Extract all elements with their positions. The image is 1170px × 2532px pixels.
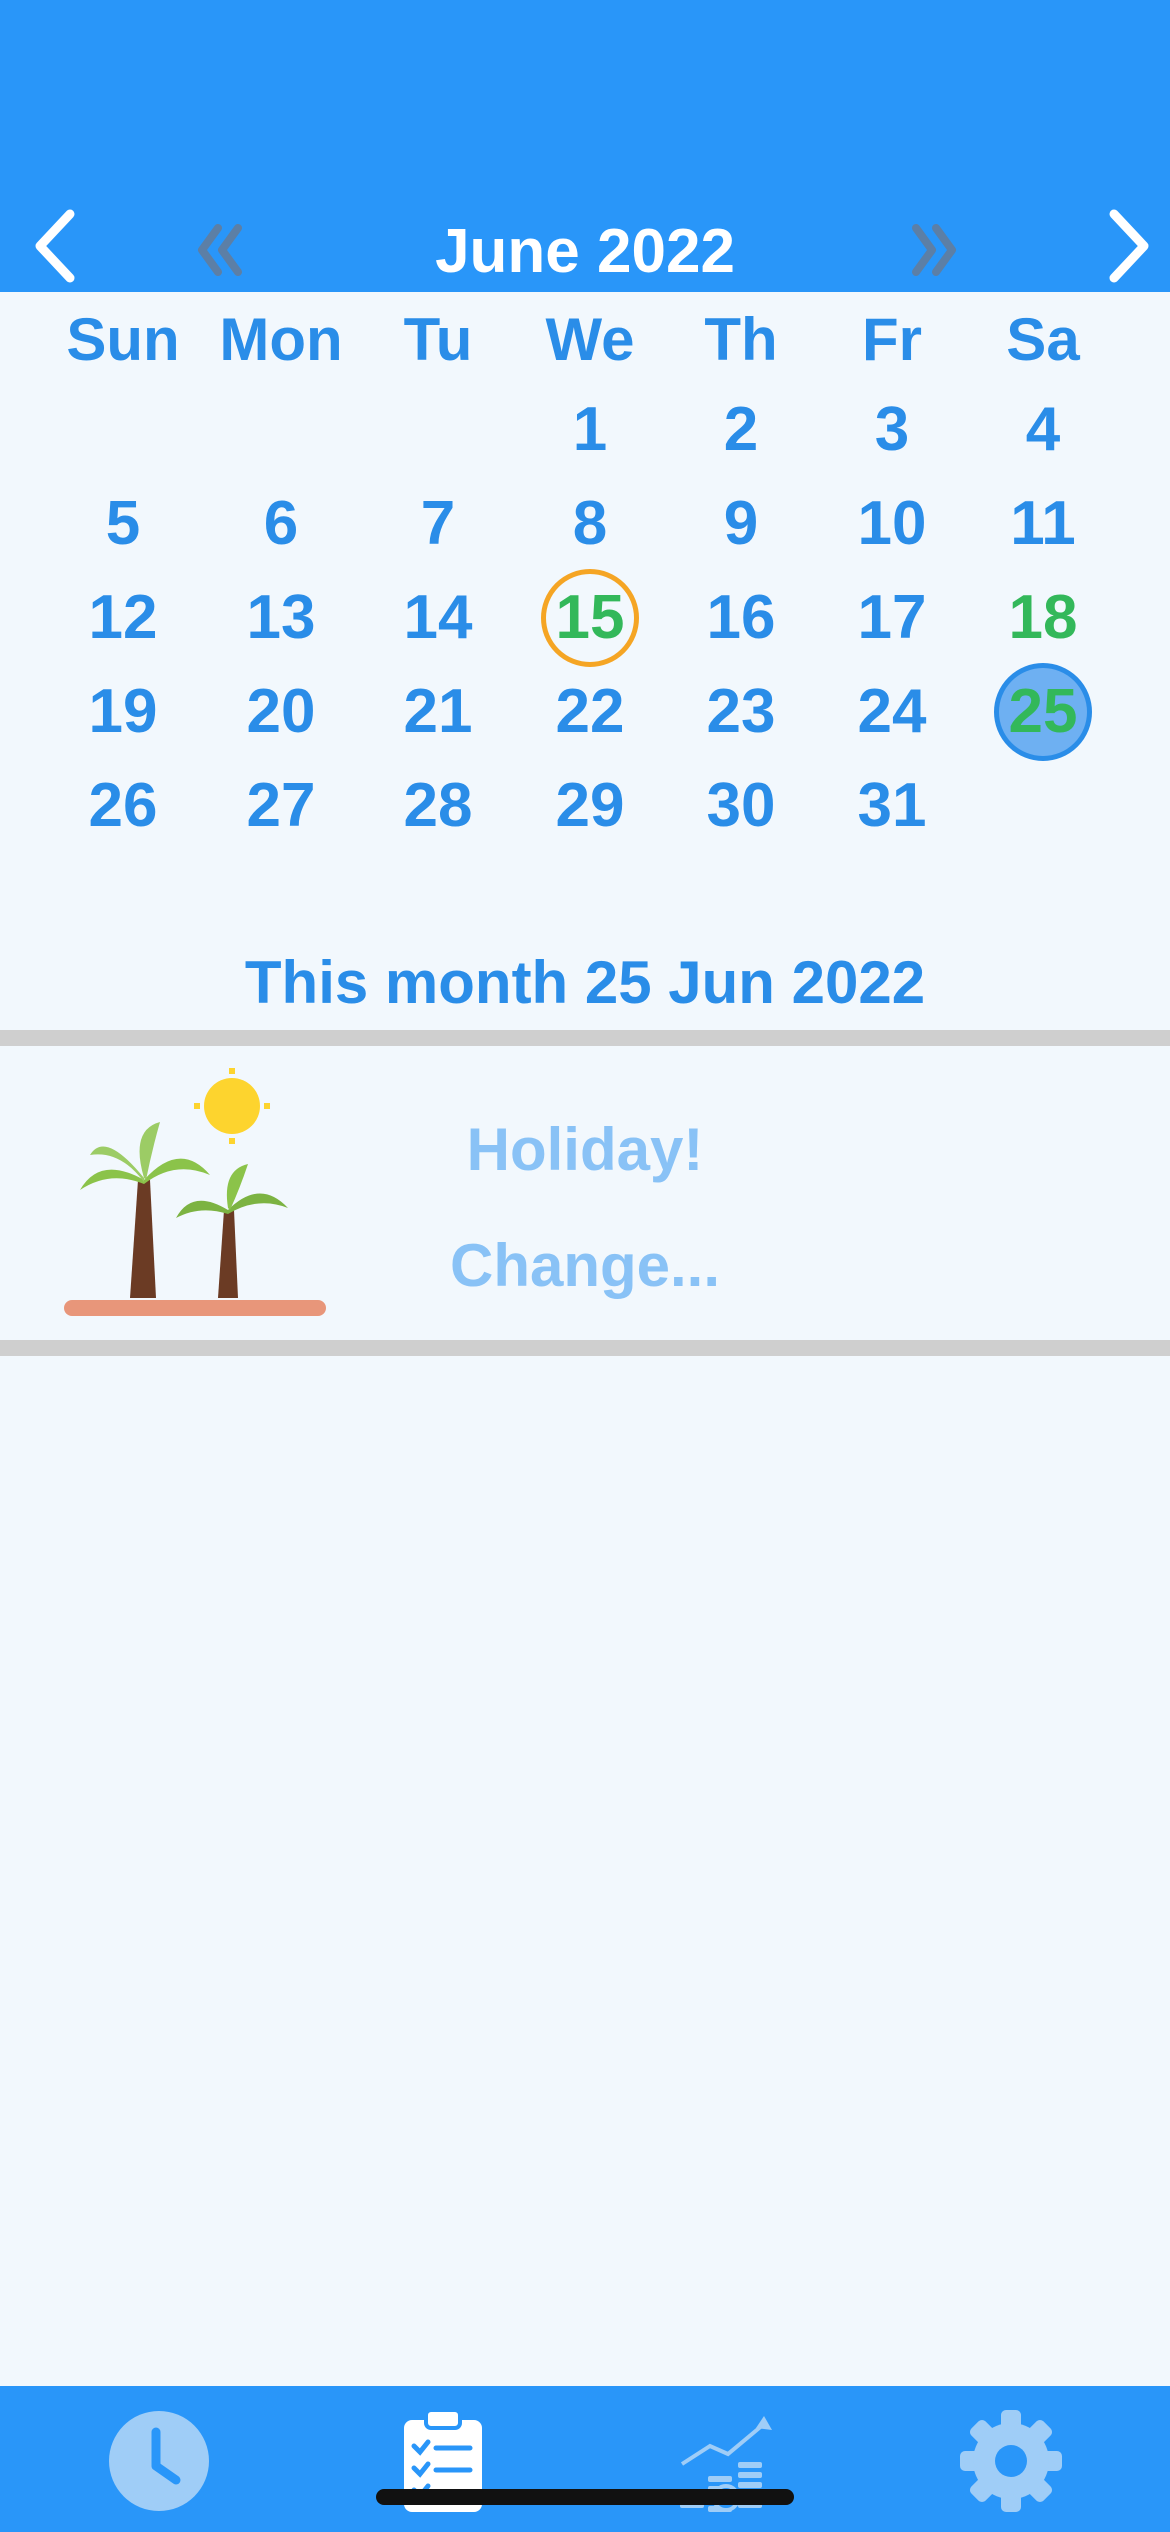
- palm-trees-icon: [60, 1060, 330, 1330]
- day-cell[interactable]: 2: [686, 383, 796, 477]
- day-cell[interactable]: 4: [988, 383, 1098, 477]
- header-bar: June 2022: [0, 0, 1170, 292]
- day-cell[interactable]: 6: [226, 477, 336, 571]
- clock-icon[interactable]: [104, 2406, 214, 2516]
- day-cell[interactable]: 30: [686, 759, 796, 853]
- weekday-label: Fr: [862, 306, 922, 373]
- divider-top: [0, 1030, 1170, 1046]
- month-title: June 2022: [435, 217, 735, 286]
- weekday-label: Th: [704, 306, 778, 373]
- day-cell[interactable]: 20: [226, 665, 336, 759]
- weekday-header: Sun Mon Tu We Th Fr Sa: [0, 292, 1170, 386]
- day-cell[interactable]: 19: [68, 665, 178, 759]
- chevron-left-icon[interactable]: [22, 206, 102, 286]
- day-cell-selected[interactable]: 25: [994, 663, 1092, 761]
- event-row: Holiday! Change...: [0, 1046, 1170, 1340]
- day-cell[interactable]: 26: [68, 759, 178, 853]
- day-cell[interactable]: 22: [535, 665, 645, 759]
- weekday-label: Sa: [1006, 306, 1080, 373]
- day-cell[interactable]: 24: [837, 665, 947, 759]
- home-indicator: [376, 2489, 794, 2505]
- chevron-right-icon[interactable]: [1082, 206, 1162, 286]
- weekday-label: We: [545, 306, 635, 373]
- day-cell[interactable]: 9: [686, 477, 796, 571]
- day-cell[interactable]: 3: [837, 383, 947, 477]
- divider-bottom: [0, 1340, 1170, 1356]
- month-calendar: Sun Mon Tu We Th Fr Sa 1 2 3 4 5 6 7 8 9 10 11 12 13…: [0, 292, 1170, 852]
- day-cell[interactable]: 13: [226, 571, 336, 665]
- weekday-label: Tu: [403, 306, 473, 373]
- day-cell[interactable]: 14: [383, 571, 493, 665]
- day-cell[interactable]: 16: [686, 571, 796, 665]
- day-cell[interactable]: 29: [535, 759, 645, 853]
- day-cell[interactable]: 21: [383, 665, 493, 759]
- day-cell[interactable]: 11: [988, 477, 1098, 571]
- day-cell[interactable]: 17: [837, 571, 947, 665]
- change-event-button[interactable]: Change...: [380, 1226, 790, 1306]
- day-cell[interactable]: 10: [837, 477, 947, 571]
- day-cell[interactable]: 1: [535, 383, 645, 477]
- gear-icon[interactable]: [956, 2406, 1066, 2516]
- day-cell[interactable]: 27: [226, 759, 336, 853]
- bottom-tab-bar: [0, 2386, 1170, 2532]
- weekday-label: Sun: [66, 306, 180, 373]
- day-cell-today[interactable]: 15: [541, 569, 639, 667]
- day-cell[interactable]: 7: [383, 477, 493, 571]
- day-cell[interactable]: 5: [68, 477, 178, 571]
- day-cell[interactable]: 12: [68, 571, 178, 665]
- day-cell[interactable]: 28: [383, 759, 493, 853]
- day-cell[interactable]: 8: [535, 477, 645, 571]
- day-cell[interactable]: 31: [837, 759, 947, 853]
- selected-date-summary: This month 25 Jun 2022: [244, 949, 926, 1016]
- weekday-label: Mon: [219, 306, 343, 373]
- day-cell[interactable]: 18: [988, 571, 1098, 665]
- double-chevron-right-icon[interactable]: [902, 222, 962, 278]
- double-chevron-left-icon[interactable]: [192, 222, 252, 278]
- day-cell[interactable]: 23: [686, 665, 796, 759]
- event-title: Holiday!: [466, 1116, 704, 1183]
